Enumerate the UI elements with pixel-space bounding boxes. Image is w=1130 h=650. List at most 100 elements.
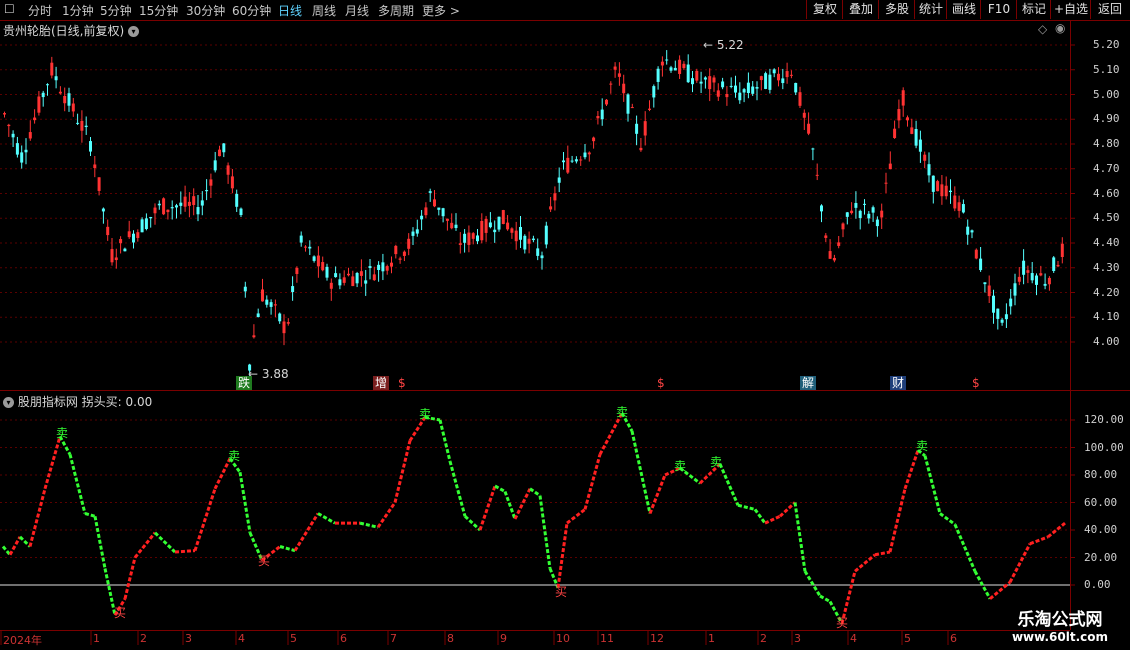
indicator-segment <box>193 488 217 552</box>
indicator-segment <box>953 523 977 572</box>
sell-signal: 卖 <box>228 449 240 463</box>
event-marker[interactable]: $ <box>396 376 408 390</box>
x-axis-label: 7 <box>390 632 397 645</box>
x-axis-label: 1 <box>708 632 715 645</box>
candle-body <box>110 249 114 263</box>
candle-body <box>119 239 123 244</box>
candle-body <box>682 63 686 69</box>
candle-body <box>398 258 402 260</box>
event-marker[interactable]: 增 <box>373 376 390 390</box>
candle-body <box>342 277 346 283</box>
indicator-segment <box>630 430 652 514</box>
chart-canvas[interactable]: 卖卖卖 卖卖 卖卖买买买买 <box>0 0 1130 650</box>
candle-body <box>329 282 333 289</box>
candle-body <box>407 238 411 249</box>
event-marker[interactable]: $ <box>655 376 667 390</box>
candle-body <box>334 273 338 278</box>
candle-body <box>867 213 871 219</box>
candle-body <box>3 113 6 115</box>
indicator-segment <box>28 488 47 547</box>
indicator-segment <box>84 512 96 518</box>
indicator-segment <box>648 474 667 515</box>
indicator-segment <box>43 436 62 490</box>
candle-body <box>63 95 67 104</box>
candle-body <box>424 207 428 216</box>
candle-body <box>218 149 221 157</box>
candle-body <box>445 218 449 221</box>
candle-body <box>80 120 84 131</box>
candle-body <box>437 207 441 210</box>
indicator-segment <box>903 449 920 490</box>
candle-body <box>24 149 28 153</box>
indicator-segment <box>18 535 32 548</box>
indicator-segment <box>438 419 452 462</box>
candle-body <box>132 233 135 243</box>
candle-body <box>93 164 97 169</box>
candle-body <box>845 212 849 217</box>
candle-body <box>54 76 58 81</box>
candle-body <box>961 204 965 213</box>
candle-body <box>557 177 561 183</box>
candle-body <box>205 190 209 192</box>
candle-body <box>639 147 643 151</box>
candle-body <box>721 81 725 88</box>
event-marker[interactable]: 跌 <box>236 376 253 390</box>
candle-body <box>291 286 295 293</box>
candle-body <box>549 206 553 210</box>
candle-body <box>450 222 454 229</box>
candle-body <box>970 230 974 233</box>
candle-body <box>798 92 802 106</box>
candle-body <box>854 203 858 208</box>
candle-body <box>893 128 897 138</box>
candle-body <box>226 165 230 175</box>
candle-body <box>807 123 811 134</box>
candle-body <box>1043 283 1047 286</box>
candle-body <box>162 198 166 215</box>
event-marker[interactable]: $ <box>970 376 982 390</box>
sell-signal: 卖 <box>56 426 68 440</box>
candle-body <box>501 210 505 224</box>
x-axis-label: 4 <box>850 632 857 645</box>
candle-body <box>815 174 819 176</box>
indicator-segment <box>8 536 22 556</box>
candle-body <box>540 255 544 259</box>
indicator-segment <box>874 550 891 557</box>
sell-signal: 卖 <box>916 439 928 453</box>
candle-body <box>931 175 935 192</box>
watermark-title: 乐淘公式网 <box>1017 610 1103 630</box>
x-axis-label: 8 <box>447 632 454 645</box>
candle-body <box>106 226 110 236</box>
candle-body <box>850 210 854 214</box>
candle-body <box>837 242 841 246</box>
candle-body <box>716 90 720 97</box>
indicator-segment <box>133 531 157 559</box>
candle-body <box>368 266 372 269</box>
candle-body <box>239 208 243 216</box>
candle-body <box>11 133 15 138</box>
indicator-segment <box>556 522 569 588</box>
x-axis-label: 2024年 <box>3 634 42 647</box>
indicator-segment <box>1029 535 1049 546</box>
candle-body <box>652 86 656 98</box>
candle-body <box>192 196 196 205</box>
event-marker[interactable]: 解 <box>800 376 817 390</box>
candle-body <box>265 299 269 305</box>
candle-body <box>789 74 793 76</box>
indicator-segment <box>1008 543 1032 583</box>
candle-body <box>37 96 41 113</box>
candle-body <box>953 195 957 209</box>
candle-body <box>901 90 905 106</box>
candle-body <box>390 262 393 267</box>
candle-body <box>316 255 320 267</box>
indicator-segment <box>279 545 296 553</box>
event-marker[interactable]: 财 <box>890 376 907 390</box>
candle-body <box>940 184 944 197</box>
candle-body <box>1013 283 1017 296</box>
price-tick: 4.70 <box>1093 161 1120 175</box>
candle-body <box>325 266 329 278</box>
x-axis-label: 6 <box>950 632 957 645</box>
candle-body <box>187 201 191 206</box>
watermark-url: www.60lt.com <box>1011 630 1108 644</box>
candle-body <box>1056 264 1060 267</box>
x-axis-label: 9 <box>500 632 507 645</box>
